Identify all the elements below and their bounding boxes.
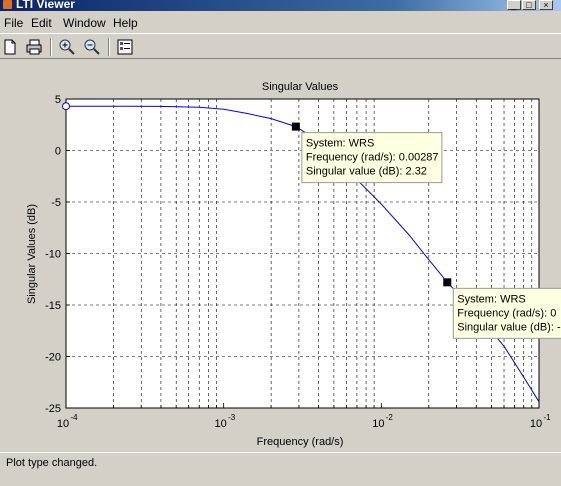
- menu-edit[interactable]: Edit: [31, 16, 52, 30]
- zoom-in-icon: [59, 39, 75, 55]
- datatip-box: System: WRS Frequency (rad/s): 0.00287 Sin…: [301, 132, 443, 184]
- zoom-out-button[interactable]: [82, 37, 102, 57]
- start-point-marker: [62, 102, 70, 111]
- y-tick-label: -15: [45, 300, 61, 312]
- y-tick-label: -5: [51, 197, 61, 209]
- x-tick-label: 10: [57, 418, 69, 430]
- zoom-out-icon: [84, 39, 100, 55]
- menu-help[interactable]: Help: [113, 16, 138, 30]
- toolbar-separator: [108, 38, 110, 56]
- datatip-line: System: WRS: [457, 293, 525, 305]
- minimize-button[interactable]: _: [507, 0, 521, 10]
- maximize-button[interactable]: □: [522, 0, 536, 10]
- menu-bar: File Edit Window Help: [0, 12, 561, 33]
- datatip-line: Frequency (rad/s): 0.00287: [306, 152, 439, 164]
- plot-config-button[interactable]: [115, 37, 135, 57]
- datatip-line: Singular value (dB): -: [457, 321, 561, 333]
- y-axis-label: Singular Values (dB): [26, 204, 38, 304]
- zoom-in-button[interactable]: [57, 37, 77, 57]
- x-tick-exponent: -3: [228, 413, 236, 422]
- x-tick-exponent: -2: [386, 413, 394, 422]
- close-button[interactable]: ×: [539, 0, 553, 10]
- menu-file[interactable]: File: [4, 16, 23, 30]
- datatip-line: Frequency (rad/s): 0: [457, 307, 556, 319]
- maximize-icon: □: [526, 0, 532, 10]
- new-figure-button[interactable]: [0, 37, 20, 57]
- y-tick-label: -25: [45, 403, 61, 415]
- print-button[interactable]: [24, 37, 44, 57]
- y-tick-label: 0: [55, 146, 61, 158]
- datatip-marker: [443, 278, 452, 287]
- singular-values-plot[interactable]: Singular Values Frequency (rad/s) Singul…: [0, 60, 561, 452]
- matlab-app-icon: [3, 0, 12, 9]
- plot-panel: Singular Values Frequency (rad/s) Singul…: [0, 60, 561, 452]
- toolbar: [0, 33, 561, 59]
- y-tick-label: 5: [55, 94, 61, 106]
- plot-config-icon: [117, 39, 133, 55]
- new-figure-icon: [4, 39, 16, 55]
- datatip-line: System: WRS: [306, 138, 374, 150]
- toolbar-separator: [50, 38, 52, 56]
- plot-title: Singular Values: [262, 81, 339, 93]
- datatip-line: Singular value (dB): 2.32: [306, 166, 427, 178]
- status-bar: Plot type changed.: [0, 452, 561, 486]
- close-icon: ×: [543, 0, 549, 10]
- datatip-box: System: WRS Frequency (rad/s): 0 Singular …: [452, 287, 561, 339]
- title-bar[interactable]: LTI Viewer _ □ ×: [0, 0, 561, 11]
- x-tick-exponent: -1: [543, 413, 551, 422]
- x-tick-label: 10: [530, 418, 542, 430]
- print-icon: [26, 39, 42, 55]
- x-tick-exponent: -4: [70, 413, 78, 422]
- status-text: Plot type changed.: [6, 457, 98, 469]
- x-tick-label: 10: [215, 418, 227, 430]
- y-tick-label: -10: [45, 249, 61, 261]
- x-tick-label: 10: [372, 418, 384, 430]
- y-tick-label: -20: [45, 352, 61, 364]
- menu-window[interactable]: Window: [63, 16, 106, 30]
- minimize-icon: _: [511, 0, 517, 10]
- x-axis-label: Frequency (rad/s): [257, 436, 344, 448]
- window-title: LTI Viewer: [16, 0, 75, 11]
- datatip-marker: [291, 122, 300, 131]
